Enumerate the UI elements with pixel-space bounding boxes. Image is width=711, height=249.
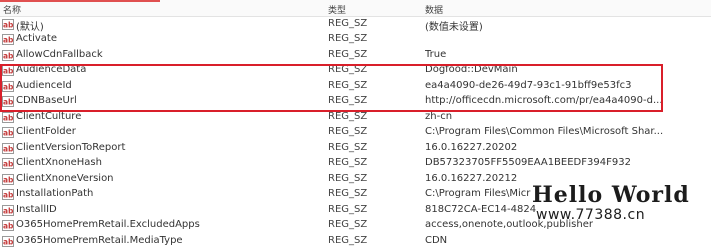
table-row[interactable]: abAllowCdnFallback REG_SZ True <box>0 48 711 64</box>
column-header-data[interactable]: 数据 <box>425 3 443 16</box>
svg-text:ab: ab <box>3 51 14 60</box>
table-row[interactable]: abClientXnoneHash REG_SZ DB57323705FF5509E… <box>0 156 711 172</box>
column-header-type[interactable]: 类型 <box>328 3 346 16</box>
table-row[interactable]: abO365HomePremRetail.MediaTypeREG_SZCDN <box>0 234 711 249</box>
reg-string-icon: ab <box>2 205 14 216</box>
value-type: REG_SZ <box>328 111 408 122</box>
reg-string-icon: ab <box>2 220 14 231</box>
watermark-title: Hello World <box>532 182 690 208</box>
value-data: (数值未设置) <box>425 18 711 33</box>
svg-text:ab: ab <box>3 175 14 184</box>
value-type: REG_SZ <box>328 219 408 230</box>
value-type: REG_SZ <box>328 188 408 199</box>
value-name: InstallationPath <box>16 188 316 199</box>
value-data: 16.0.16227.20202 <box>425 142 711 153</box>
value-name: O365HomePremRetail.ExcludedApps <box>16 219 316 230</box>
value-data: DB57323705FF5509EAA1BEEDF394F932 <box>425 157 711 168</box>
svg-text:ab: ab <box>3 222 14 231</box>
reg-string-icon: ab <box>2 236 14 247</box>
value-type: REG_SZ <box>328 157 408 168</box>
value-type: REG_SZ <box>328 18 408 29</box>
value-type: REG_SZ <box>328 204 408 215</box>
svg-text:ab: ab <box>3 191 14 200</box>
value-name: ClientFolder <box>16 126 316 137</box>
reg-string-icon: ab <box>2 127 14 138</box>
value-name: Activate <box>16 33 316 44</box>
svg-text:ab: ab <box>3 144 14 153</box>
value-type: REG_SZ <box>328 142 408 153</box>
value-name: (默认) <box>16 18 316 33</box>
column-header-name[interactable]: 名称 <box>3 3 21 16</box>
table-row[interactable]: abActivate REG_SZ <box>0 32 711 48</box>
reg-string-icon: ab <box>2 19 14 30</box>
column-header-bar: 名称 类型 数据 <box>0 0 711 17</box>
value-data: zh-cn <box>425 111 711 122</box>
value-name: ClientVersionToReport <box>16 142 316 153</box>
value-name: ClientCulture <box>16 111 316 122</box>
svg-text:ab: ab <box>3 160 14 169</box>
value-name: AllowCdnFallback <box>16 49 316 60</box>
svg-text:ab: ab <box>3 206 14 215</box>
value-name: InstallID <box>16 204 316 215</box>
value-name: ClientXnoneVersion <box>16 173 316 184</box>
value-name: ClientXnoneHash <box>16 157 316 168</box>
value-type: REG_SZ <box>328 126 408 137</box>
table-row[interactable]: abClientVersionToReport REG_SZ 16.0.16227.… <box>0 141 711 157</box>
reg-string-icon: ab <box>2 143 14 154</box>
value-type: REG_SZ <box>328 33 408 44</box>
watermark: Hello World www.77388.cn <box>532 182 711 230</box>
value-type: REG_SZ <box>328 49 408 60</box>
svg-text:ab: ab <box>3 237 14 246</box>
svg-text:ab: ab <box>3 36 14 45</box>
svg-text:ab: ab <box>3 20 14 29</box>
table-row[interactable]: abClientFolder REG_SZ C:\Program Files\Com… <box>0 125 711 141</box>
watermark-url: www.77388.cn <box>536 207 645 223</box>
svg-text:ab: ab <box>3 129 14 138</box>
reg-string-icon: ab <box>2 158 14 169</box>
reg-string-icon: ab <box>2 50 14 61</box>
highlight-box <box>0 64 663 112</box>
reg-string-icon: ab <box>2 34 14 45</box>
value-data: C:\Program Files\Common Files\Microsoft … <box>425 126 711 137</box>
reg-string-icon: ab <box>2 174 14 185</box>
header-accent <box>0 0 160 2</box>
value-type: REG_SZ <box>328 173 408 184</box>
value-data: True <box>425 49 711 60</box>
reg-string-icon: ab <box>2 112 14 123</box>
reg-string-icon: ab <box>2 189 14 200</box>
svg-text:ab: ab <box>3 113 14 122</box>
table-row[interactable]: ab(默认) REG_SZ (数值未设置) <box>0 17 711 33</box>
